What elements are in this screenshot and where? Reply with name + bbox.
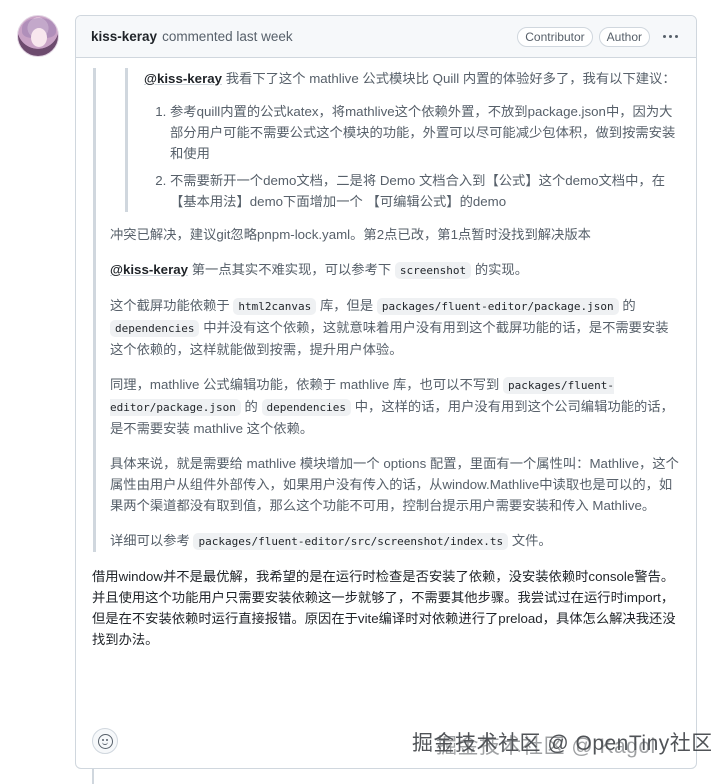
- comment-author[interactable]: kiss-keray: [91, 29, 157, 44]
- comment-header-actions: Contributor Author: [517, 26, 682, 47]
- paragraph-text: 的实现。: [474, 262, 529, 277]
- avatar-face: [31, 28, 47, 47]
- quote-paragraph: 同理，mathlive 公式编辑功能，依赖于 mathlive 库，也可以不写到…: [110, 374, 680, 439]
- inline-code: packages/fluent-editor/src/screenshot/in…: [193, 533, 509, 550]
- comment-box: kiss-keray commented last week Contribut…: [75, 15, 697, 769]
- quote-intro-text: 我看下了这个 mathlive 公式模块比 Quill 内置的体验好多了，我有以…: [225, 71, 676, 86]
- avatar[interactable]: [17, 15, 59, 57]
- inner-blockquote: @kiss-keray 我看下了这个 mathlive 公式模块比 Quill …: [125, 68, 680, 212]
- reply-text: 冲突已解决，建议git忽略pnpm-lock.yaml。第2点已改，第1点暂时没…: [110, 227, 591, 242]
- list-item: 参考quill内置的公式katex，将mathlive这个依赖外置，不放到pac…: [170, 101, 680, 164]
- paragraph-text: 同理，mathlive 公式编辑功能，依赖于 mathlive 库，也可以不写到: [110, 377, 500, 392]
- paragraph-text: 库，但是: [319, 298, 374, 313]
- comment-body: @kiss-keray 我看下了这个 mathlive 公式模块比 Quill …: [76, 58, 696, 650]
- list-item: 不需要新开一个demo文档，二是将 Demo 文档合入到【公式】这个demo文档…: [170, 170, 680, 212]
- quote-paragraph: 这个截屏功能依赖于 html2canvas 库，但是 packages/flue…: [110, 295, 680, 360]
- quote-paragraph: 详细可以参考 packages/fluent-editor/src/screen…: [110, 530, 680, 552]
- outer-blockquote: @kiss-keray 我看下了这个 mathlive 公式模块比 Quill …: [93, 68, 680, 552]
- mention-link[interactable]: @kiss-keray: [144, 71, 222, 86]
- quote-intro: @kiss-keray 我看下了这个 mathlive 公式模块比 Quill …: [144, 68, 680, 89]
- kebab-horizontal-icon[interactable]: [658, 27, 682, 47]
- quote-paragraph: 具体来说，就是需要给 mathlive 模块增加一个 options 配置，里面…: [110, 456, 679, 513]
- author-badge: Author: [598, 26, 650, 47]
- inline-code: dependencies: [110, 320, 200, 337]
- inline-code: dependencies: [261, 399, 352, 416]
- paragraph-text: 的: [244, 399, 258, 414]
- inline-code: packages/fluent-editor/package.json: [376, 298, 619, 315]
- quote-paragraph: @kiss-keray 第一点其实不难实现，可以参考下 screenshot 的…: [110, 259, 680, 281]
- paragraph-text: 这个截屏功能依赖于: [110, 298, 230, 313]
- suggestion-list: 参考quill内置的公式katex，将mathlive这个依赖外置，不放到pac…: [144, 101, 680, 212]
- watermark: 掘金技术社区 @ OpenTiny社区 掘金技术社区 @ Kagol: [412, 727, 711, 758]
- add-reaction-button[interactable]: [92, 728, 118, 754]
- watermark-overlay-text: 掘金技术社区 @ Kagol: [436, 735, 656, 758]
- paragraph-text: 详细可以参考: [110, 533, 190, 548]
- inline-code: screenshot: [394, 262, 472, 279]
- paragraph-text: 第一点其实不难实现，可以参考下: [191, 262, 392, 277]
- contributor-badge: Contributor: [517, 26, 593, 47]
- comment-action: commented last week: [162, 29, 293, 44]
- inline-code: html2canvas: [233, 298, 317, 315]
- comment-header: kiss-keray commented last week Contribut…: [76, 16, 696, 58]
- mention-link[interactable]: @kiss-keray: [110, 262, 188, 277]
- comment-main-text: 借用window并不是最优解，我希望的是在运行时检查是否安装了依赖，没安装依赖时…: [92, 569, 676, 647]
- paragraph-text: 文件。: [511, 533, 552, 548]
- smiley-icon: [97, 733, 113, 749]
- paragraph-text: 的: [622, 298, 636, 313]
